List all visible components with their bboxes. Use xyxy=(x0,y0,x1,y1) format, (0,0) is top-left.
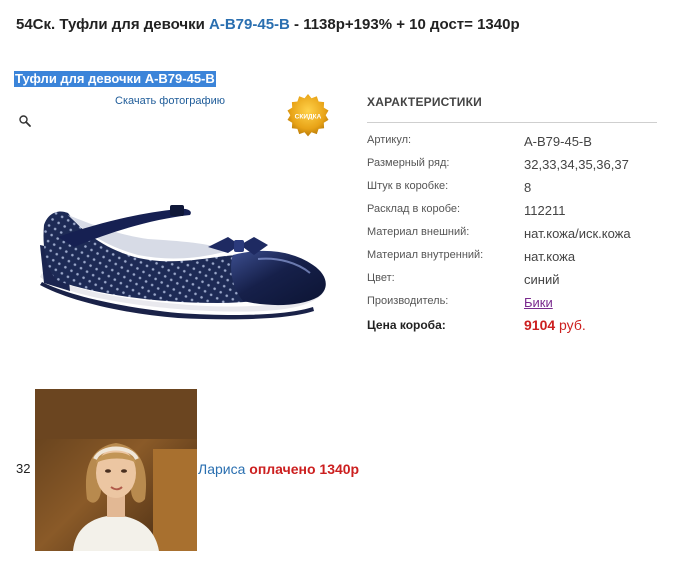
spec-row-layout: Расклад в коробе: 112211 xyxy=(367,203,657,226)
spec-value: нат.кожа/иск.кожа xyxy=(524,226,631,241)
comment-author[interactable]: Лариса xyxy=(198,461,245,477)
spec-label: Артикул: xyxy=(367,134,412,146)
spec-label: Производитель: xyxy=(367,295,449,307)
spec-label: Материал внешний: xyxy=(367,226,470,238)
download-photo-link[interactable]: Скачать фотографию xyxy=(115,95,225,107)
spec-row-inner-material: Материал внутренний: нат.кожа xyxy=(367,249,657,272)
spec-value: 112211 xyxy=(524,203,566,218)
specs-panel: ХАРАКТЕРИСТИКИ Артикул: А-В79-45-В Разме… xyxy=(367,95,657,344)
comment-number: 32 xyxy=(16,461,31,476)
spec-value-manufacturer: Бики xyxy=(524,295,553,310)
page-heading: 54Ск. Туфли для девочки А-В79-45-В - 113… xyxy=(16,16,520,33)
spec-label: Штук в коробке: xyxy=(367,180,449,192)
spec-row-article: Артикул: А-В79-45-В xyxy=(367,134,657,157)
heading-prefix: 54Ск. Туфли для девочки xyxy=(16,16,210,33)
spec-value: 32,33,34,35,36,37 xyxy=(524,157,629,172)
spec-label: Размерный ряд: xyxy=(367,157,450,169)
spec-row-outer-material: Материал внешний: нат.кожа/иск.кожа xyxy=(367,226,657,249)
comment-status: оплачено 1340р xyxy=(249,461,360,477)
spec-value: 8 xyxy=(524,180,532,195)
heading-suffix: - 1138р+193% + 10 дост= 1340р xyxy=(289,16,520,33)
spec-row-color: Цвет: синий xyxy=(367,272,657,295)
manufacturer-link[interactable]: Бики xyxy=(524,295,553,310)
price-value: 9104 руб. xyxy=(524,317,586,333)
avatar[interactable] xyxy=(35,389,197,551)
price-label: Цена короба: xyxy=(367,318,446,332)
spec-row-price: Цена короба: 9104 руб. xyxy=(367,317,657,344)
spec-row-manufacturer: Производитель: Бики xyxy=(367,295,657,318)
spec-value: синий xyxy=(524,272,560,287)
price-currency: руб. xyxy=(555,317,586,333)
spec-label: Расклад в коробе: xyxy=(367,203,461,215)
spec-row-pieces: Штук в коробке: 8 xyxy=(367,180,657,203)
spec-value: нат.кожа xyxy=(524,249,576,264)
spec-row-sizes: Размерный ряд: 32,33,34,35,36,37 xyxy=(367,157,657,180)
product-photo[interactable] xyxy=(28,185,336,330)
spec-label: Цвет: xyxy=(367,272,395,284)
sale-badge: СКИДКА xyxy=(287,94,329,137)
sale-badge-text: СКИДКА xyxy=(295,114,322,121)
specs-title: ХАРАКТЕРИСТИКИ xyxy=(367,95,657,123)
price-amount: 9104 xyxy=(524,317,556,333)
spec-value: А-В79-45-В xyxy=(524,134,592,149)
spec-label: Материал внутренний: xyxy=(367,249,484,261)
comment-text: Лариса оплачено 1340р xyxy=(198,461,359,477)
product-title: Туфли для девочки А-В79-45-В xyxy=(14,71,216,87)
heading-article-link[interactable]: А-В79-45-В xyxy=(209,16,290,33)
magnifier-icon[interactable] xyxy=(18,114,32,128)
